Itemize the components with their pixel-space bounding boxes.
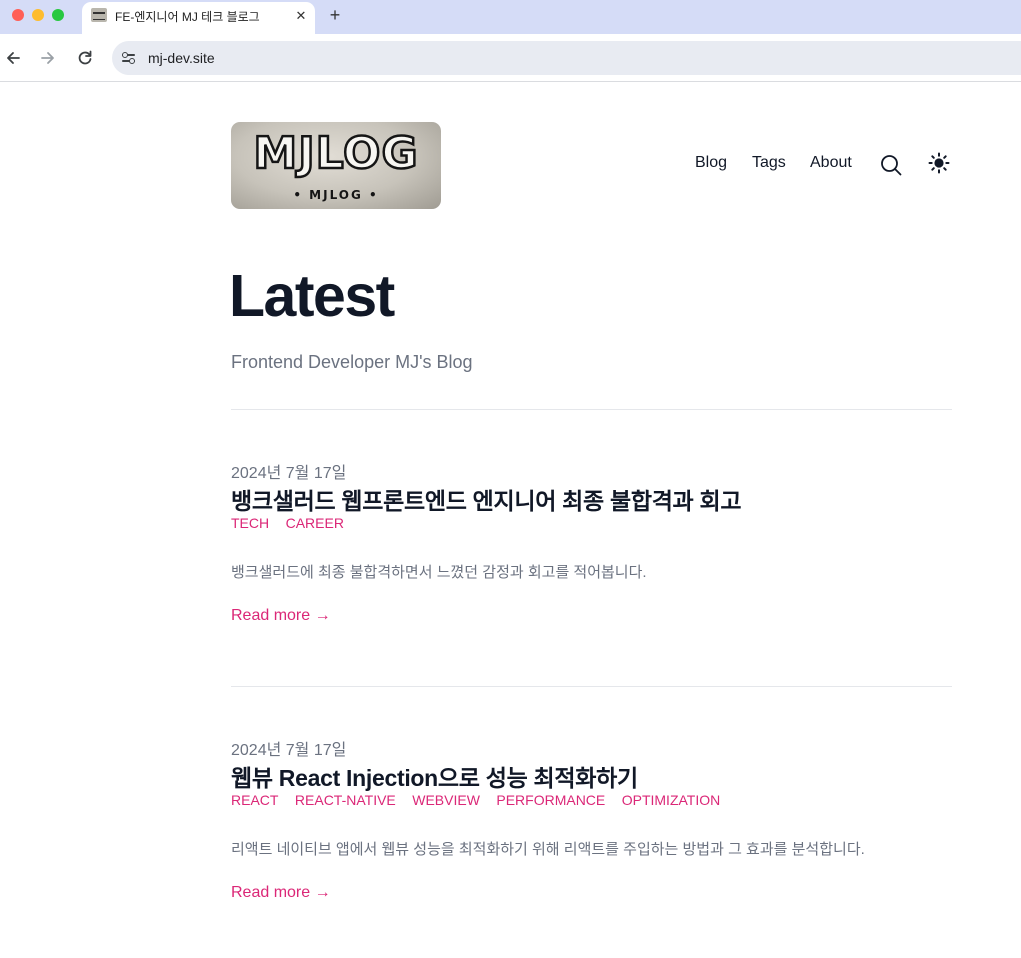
sun-icon[interactable]	[927, 151, 951, 175]
post-summary: 리액트 네이티브 앱에서 웹뷰 성능을 최적화하기 위해 리액트를 주입하는 방…	[231, 841, 865, 858]
site-info-icon[interactable]	[120, 49, 138, 67]
browser-toolbar: mj-dev.site	[0, 34, 1021, 82]
address-bar[interactable]: mj-dev.site	[112, 41, 1021, 75]
logo-wordmark: MJLOG	[252, 127, 419, 181]
nav-link-tags[interactable]: Tags	[752, 154, 786, 172]
tag-link[interactable]: CAREER	[286, 515, 344, 531]
tag-link[interactable]: REACT	[231, 792, 278, 808]
browser-tab-bar: FE-엔지니어 MJ 테크 블로그 ✕ +	[0, 0, 1021, 34]
favicon-icon	[91, 8, 107, 22]
tab-title: FE-엔지니어 MJ 테크 블로그	[115, 10, 260, 24]
reload-icon[interactable]	[74, 47, 96, 69]
post-date: 2024년 7월 17일	[231, 742, 347, 759]
divider	[231, 409, 952, 410]
site-logo[interactable]: MJLOG • MJLOG •	[231, 122, 441, 209]
page-subtitle: Frontend Developer MJ's Blog	[231, 352, 473, 372]
search-icon[interactable]	[879, 153, 903, 177]
divider	[231, 686, 952, 687]
tag-link[interactable]: WEBVIEW	[412, 792, 480, 808]
window-minimize-button[interactable]	[32, 9, 44, 21]
back-arrow-icon[interactable]	[2, 47, 24, 69]
read-more-link[interactable]: Read more →	[231, 884, 331, 902]
new-tab-button[interactable]: +	[325, 5, 345, 25]
tag-link[interactable]: PERFORMANCE	[496, 792, 605, 808]
url-text[interactable]: mj-dev.site	[148, 50, 215, 66]
post-item: 2024년 7월 17일 웹뷰 React Injection으로 성능 최적화…	[231, 736, 952, 936]
tag-link[interactable]: REACT-NATIVE	[295, 792, 396, 808]
tag-link[interactable]: TECH	[231, 515, 269, 531]
post-title-link[interactable]: 웹뷰 React Injection으로 성능 최적화하기	[231, 759, 638, 793]
read-more-link[interactable]: Read more →	[231, 607, 331, 625]
browser-tab[interactable]: FE-엔지니어 MJ 테크 블로그 ✕	[82, 2, 315, 34]
nav-link-about[interactable]: About	[810, 154, 852, 172]
post-tags: TECH CAREER	[231, 515, 356, 533]
window-maximize-button[interactable]	[52, 9, 64, 21]
forward-arrow-icon[interactable]	[37, 47, 59, 69]
post-title-link[interactable]: 뱅크샐러드 웹프론트엔드 엔지니어 최종 불합격과 회고	[231, 482, 742, 516]
logo-subtext: • MJLOG •	[293, 188, 379, 202]
page-title: Latest	[229, 263, 395, 329]
post-date: 2024년 7월 17일	[231, 465, 347, 482]
post-tags: REACT REACT-NATIVE WEBVIEW PERFORMANCE O…	[231, 792, 732, 810]
tab-close-icon[interactable]: ✕	[292, 7, 310, 25]
post-item: 2024년 7월 17일 뱅크샐러드 웹프론트엔드 엔지니어 최종 불합격과 회…	[231, 459, 952, 659]
tag-link[interactable]: OPTIMIZATION	[622, 792, 721, 808]
post-summary: 뱅크샐러드에 최종 불합격하면서 느꼈던 감정과 회고를 적어봅니다.	[231, 564, 647, 581]
nav-link-blog[interactable]: Blog	[695, 154, 727, 172]
window-close-button[interactable]	[12, 9, 24, 21]
